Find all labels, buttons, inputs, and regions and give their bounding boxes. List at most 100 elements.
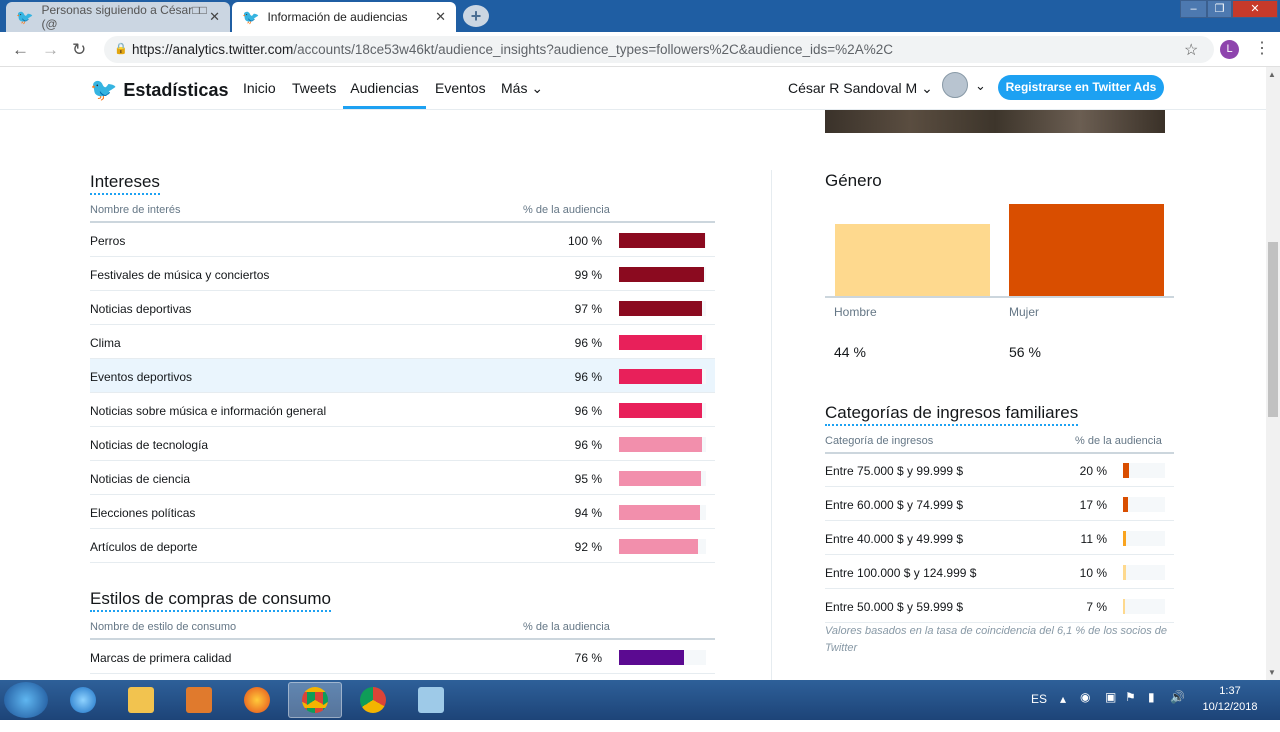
maximize-button[interactable]: ❐ <box>1207 0 1232 18</box>
gender-bar-hombre <box>835 223 990 296</box>
interests-bar <box>619 403 702 418</box>
consumer-row-name: Marcas de primera calidad <box>90 651 232 665</box>
consumer-col-pct: % de la audiencia <box>523 621 610 633</box>
close-tab-icon[interactable]: ✕ <box>209 9 220 25</box>
interests-row-pct: 99 % <box>574 268 602 282</box>
consumer-row-pct: 76 % <box>574 651 602 665</box>
start-button[interactable] <box>4 682 48 718</box>
income-row-name: Entre 60.000 $ y 74.999 $ <box>825 498 964 512</box>
tray-flag-icon[interactable]: ⚑ <box>1125 690 1136 730</box>
taskbar-explorer[interactable] <box>114 682 168 718</box>
nav-mas[interactable]: Más ⌄ <box>501 80 543 97</box>
income-bar-track <box>1123 599 1165 614</box>
income-bar <box>1123 497 1129 512</box>
user-menu[interactable]: César R Sandoval M ⌄ <box>788 80 933 97</box>
interests-row-name: Elecciones políticas <box>90 506 196 520</box>
chevron-down-icon: ⌄ <box>921 80 933 96</box>
nav-tweets[interactable]: Tweets <box>292 80 336 96</box>
taskbar-firefox[interactable] <box>230 682 284 718</box>
brand-title: Estadísticas <box>123 79 229 100</box>
interests-row-name: Perros <box>90 234 126 248</box>
income-bar-track <box>1123 497 1165 512</box>
chevron-down-icon[interactable]: ⌄ <box>975 78 986 94</box>
folder-icon <box>128 687 154 713</box>
scroll-up-icon[interactable]: ▲ <box>1268 70 1276 79</box>
consumer-col-name: Nombre de estilo de consumo <box>90 621 237 633</box>
interests-row: Clima 96 % <box>90 325 715 359</box>
income-row-name: Entre 40.000 $ y 49.999 $ <box>825 532 964 546</box>
interests-row-pct: 96 % <box>574 336 602 350</box>
minimize-button[interactable]: – <box>1180 0 1207 18</box>
twitter-bird-icon: 🐦 <box>90 77 118 102</box>
interests-bar <box>619 505 700 520</box>
forward-arrow-icon[interactable]: → <box>42 40 59 60</box>
register-ads-button[interactable]: Registrarse en Twitter Ads <box>998 75 1164 100</box>
interests-row-pct: 95 % <box>574 472 602 486</box>
income-bar-track <box>1123 531 1165 546</box>
interests-row-pct: 96 % <box>574 438 602 452</box>
close-tab-icon[interactable]: ✕ <box>435 9 446 25</box>
interests-row: Festivales de música y conciertos 99 % <box>90 257 715 291</box>
interests-bar-track <box>619 267 706 282</box>
income-row: Entre 50.000 $ y 59.999 $ 7 % <box>825 589 1174 623</box>
interests-row-name: Festivales de música y conciertos <box>90 268 270 282</box>
tray-network-icon[interactable]: ▣ <box>1105 690 1116 730</box>
income-col-pct: % de la audiencia <box>1075 435 1162 447</box>
nav-inicio[interactable]: Inicio <box>243 80 276 96</box>
brand-logo[interactable]: 🐦 Estadísticas <box>90 77 228 103</box>
interests-bar-track <box>619 369 706 384</box>
tray-app-icon[interactable]: ◉ <box>1080 690 1090 730</box>
interests-row-name: Noticias de tecnología <box>90 438 209 452</box>
user-name: César R Sandoval M <box>788 80 918 96</box>
back-arrow-icon[interactable]: ← <box>12 40 29 60</box>
menu-kebab-icon[interactable]: ⋮ <box>1254 38 1270 58</box>
signal-icon[interactable]: ▮ <box>1148 690 1155 730</box>
url-input[interactable]: 🔒 https://analytics.twitter.com/accounts… <box>104 36 1214 63</box>
nav-audiencias[interactable]: Audiencias <box>343 80 426 109</box>
income-bar <box>1123 599 1126 614</box>
interests-row-pct: 94 % <box>574 506 602 520</box>
interests-row: Noticias sobre música e información gene… <box>90 393 715 427</box>
interests-row-pct: 92 % <box>574 540 602 554</box>
taskbar-media[interactable] <box>172 682 226 718</box>
income-row-name: Entre 100.000 $ y 124.999 $ <box>825 566 977 580</box>
volume-icon[interactable]: 🔊 <box>1170 690 1185 730</box>
consumer-bar <box>619 650 685 665</box>
taskbar-chrome-active[interactable] <box>288 682 342 718</box>
tab-audiences[interactable]: 🐦 Información de audiencias ✕ <box>232 2 456 32</box>
interests-row-name: Artículos de deporte <box>90 540 198 554</box>
tab-followers[interactable]: 🐦 Personas siguiendo a César□□ (@ ✕ <box>6 2 230 32</box>
clock-date: 10/12/2018 <box>1202 701 1258 713</box>
income-row: Entre 40.000 $ y 49.999 $ 11 % <box>825 521 1174 555</box>
interests-row: Noticias de tecnología 96 % <box>90 427 715 461</box>
scrollbar-thumb[interactable] <box>1268 242 1278 417</box>
taskbar-ie[interactable] <box>56 682 110 718</box>
user-avatar[interactable] <box>942 72 968 98</box>
media-player-icon <box>186 687 212 713</box>
twitter-bird-icon: 🐦 <box>242 8 260 25</box>
interests-row: Perros 100 % <box>90 223 715 257</box>
income-bar <box>1123 463 1129 478</box>
bookmark-star-icon[interactable]: ☆ <box>1184 40 1198 60</box>
interests-bar-track <box>619 505 706 520</box>
taskbar-app[interactable] <box>404 682 458 718</box>
interests-bar-track <box>619 403 706 418</box>
system-clock[interactable]: 1:37 10/12/2018 <box>1200 683 1260 715</box>
analytics-header: 🐦 Estadísticas Inicio Tweets Audiencias … <box>0 67 1266 110</box>
income-row-name: Entre 75.000 $ y 99.999 $ <box>825 464 964 478</box>
taskbar-chrome[interactable] <box>346 682 400 718</box>
nav-eventos[interactable]: Eventos <box>435 80 486 96</box>
interests-row: Noticias de ciencia 95 % <box>90 461 715 495</box>
browser-tab-bar: 🐦 Personas siguiendo a César□□ (@ ✕ 🐦 In… <box>0 0 1280 32</box>
interests-row-pct: 96 % <box>574 370 602 384</box>
chrome-icon <box>302 687 328 713</box>
new-tab-button[interactable]: + <box>463 5 489 27</box>
scroll-down-icon[interactable]: ▼ <box>1268 668 1276 677</box>
profile-avatar[interactable]: L <box>1220 40 1239 59</box>
tray-up-arrow-icon[interactable]: ▴ <box>1060 692 1066 732</box>
consumer-bar-track <box>619 650 706 665</box>
interests-bar <box>619 369 702 384</box>
reload-icon[interactable]: ↻ <box>72 40 86 60</box>
close-window-button[interactable]: ✕ <box>1232 0 1278 18</box>
language-indicator[interactable]: ES <box>1031 692 1047 732</box>
